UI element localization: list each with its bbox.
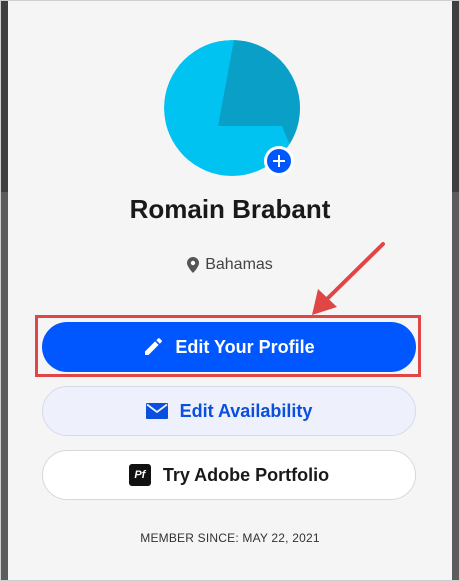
window-border xyxy=(0,0,460,581)
